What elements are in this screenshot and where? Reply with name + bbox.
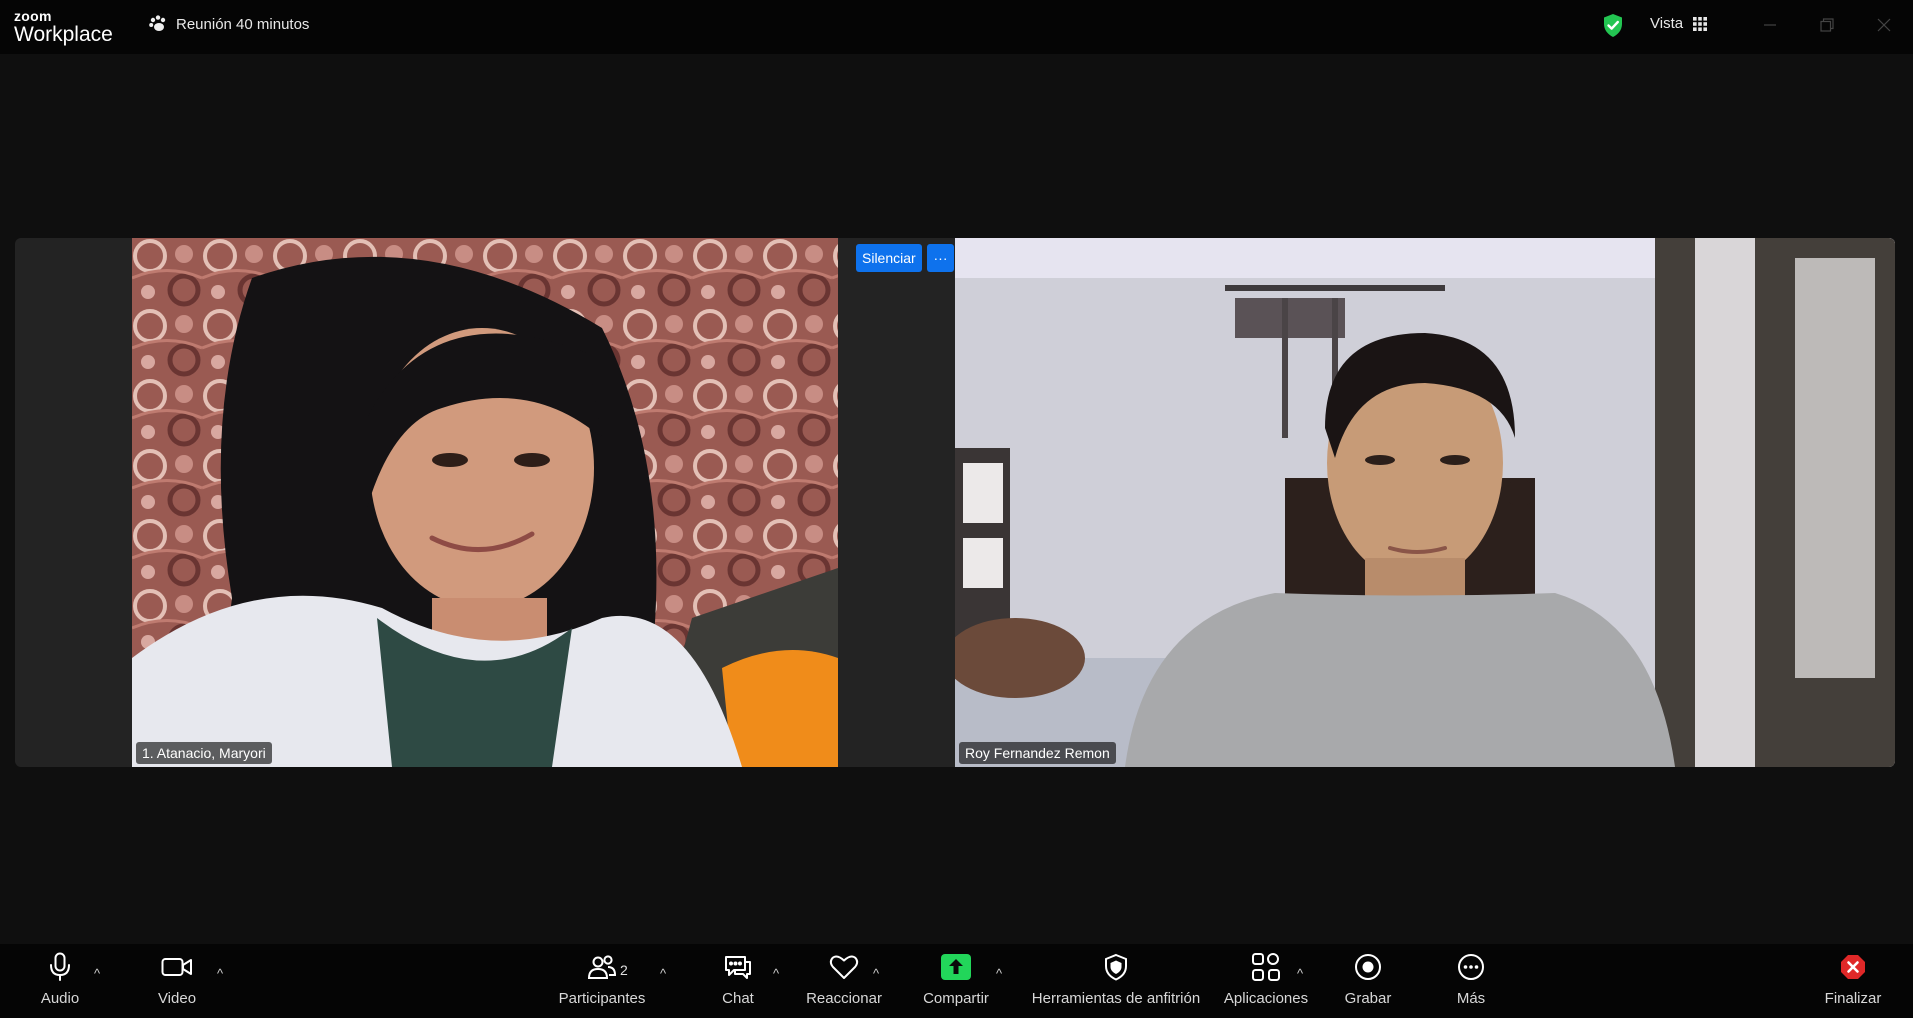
participants-options-caret[interactable]: ^ xyxy=(660,966,666,981)
react-label: Reaccionar xyxy=(806,990,882,1007)
participant-name-label: Roy Fernandez Remon xyxy=(959,742,1116,764)
close-window-button[interactable] xyxy=(1871,12,1897,38)
video-button[interactable]: Video xyxy=(142,944,212,1018)
grid-icon xyxy=(1693,16,1708,31)
more-label: Más xyxy=(1456,990,1486,1007)
participants-icon xyxy=(587,955,617,979)
close-icon xyxy=(1877,18,1891,32)
share-options-caret[interactable]: ^ xyxy=(996,966,1002,981)
chat-options-caret[interactable]: ^ xyxy=(773,966,779,981)
title-bar: zoom Workplace Reunión 40 minutos Vista xyxy=(0,0,1913,54)
participants-button[interactable]: Participantes xyxy=(552,944,652,1018)
audio-button[interactable]: Audio xyxy=(30,944,90,1018)
end-label: Finalizar xyxy=(1824,990,1882,1007)
host-tools-label: Herramientas de anfitrión xyxy=(1031,990,1201,1007)
share-screen-icon xyxy=(941,954,971,980)
chat-label: Chat xyxy=(722,990,754,1007)
apps-icon xyxy=(1252,953,1280,981)
microphone-icon xyxy=(50,952,70,981)
heart-icon xyxy=(829,955,859,979)
security-shield-icon[interactable] xyxy=(1602,13,1624,38)
record-button[interactable]: Grabar xyxy=(1340,944,1396,1018)
minimize-icon xyxy=(1764,24,1776,26)
minimize-button[interactable] xyxy=(1757,12,1783,38)
react-button[interactable]: Reaccionar xyxy=(800,944,888,1018)
restore-button[interactable] xyxy=(1814,12,1840,38)
paw-icon xyxy=(149,15,166,31)
end-meeting-icon xyxy=(1841,955,1865,979)
participant-more-button[interactable]: ··· xyxy=(927,244,954,272)
brand-bottom: Workplace xyxy=(14,23,113,46)
meeting-toolbar: Audio ^ Video ^ Participantes 2 ^ Chat ^… xyxy=(0,944,1913,1018)
end-meeting-button[interactable]: Finalizar xyxy=(1818,944,1888,1018)
record-icon xyxy=(1355,954,1381,980)
participant-video-1[interactable]: 1. Atanacio, Maryori xyxy=(132,238,838,767)
restore-icon xyxy=(1820,18,1834,32)
chat-button[interactable]: Chat xyxy=(715,944,761,1018)
mute-participant-button[interactable]: Silenciar xyxy=(856,244,922,272)
participants-count: 2 xyxy=(620,962,628,978)
video-label: Video xyxy=(157,990,197,1007)
record-label: Grabar xyxy=(1344,990,1392,1007)
participants-label: Participantes xyxy=(558,990,646,1007)
share-label: Compartir xyxy=(923,990,989,1007)
zoom-logo: zoom Workplace xyxy=(14,9,113,45)
audio-label: Audio xyxy=(40,990,80,1007)
apps-options-caret[interactable]: ^ xyxy=(1297,966,1303,981)
audio-options-caret[interactable]: ^ xyxy=(94,966,100,981)
host-tools-button[interactable]: Herramientas de anfitrión xyxy=(1027,944,1205,1018)
chat-icon xyxy=(725,956,751,979)
video-options-caret[interactable]: ^ xyxy=(217,966,223,981)
meeting-title: Reunión 40 minutos xyxy=(176,15,310,33)
brand-top: zoom xyxy=(14,8,52,24)
video-gallery: 1. Atanacio, Maryori Roy Fernandez Remon xyxy=(15,238,1895,767)
participant-1-video-image xyxy=(132,238,838,767)
react-options-caret[interactable]: ^ xyxy=(873,966,879,981)
participant-video-2[interactable]: Roy Fernandez Remon xyxy=(955,238,1895,767)
video-camera-icon xyxy=(161,958,192,976)
host-shield-icon xyxy=(1105,953,1127,981)
view-button[interactable]: Vista xyxy=(1650,15,1708,32)
share-screen-button[interactable]: Compartir xyxy=(917,944,995,1018)
apps-label: Aplicaciones xyxy=(1223,990,1309,1007)
participant-name-label: 1. Atanacio, Maryori xyxy=(136,742,272,764)
more-icon xyxy=(1458,954,1484,980)
participant-2-video-image xyxy=(955,238,1895,767)
apps-button[interactable]: Aplicaciones xyxy=(1222,944,1310,1018)
meeting-info[interactable]: Reunión 40 minutos xyxy=(148,14,309,34)
more-button[interactable]: Más xyxy=(1450,944,1492,1018)
view-label: Vista xyxy=(1650,15,1684,32)
